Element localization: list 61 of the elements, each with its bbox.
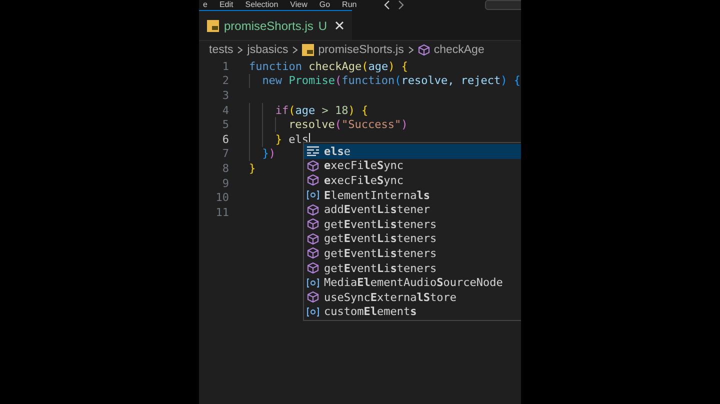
cube-icon (307, 218, 319, 230)
menu-item[interactable]: Edit (219, 0, 234, 10)
cube-icon (307, 232, 319, 245)
variable-icon (307, 190, 319, 200)
code-line: if(age > 18) { (275, 104, 368, 117)
code-line: } (249, 162, 256, 175)
suggestion-item[interactable]: ElementInternals (304, 188, 521, 202)
cube-icon (307, 204, 319, 216)
breadcrumb-item[interactable]: tests (209, 44, 234, 56)
js-file-icon (207, 20, 219, 32)
tab-label: promiseShorts.js (224, 18, 314, 32)
menu-item[interactable]: Run (342, 0, 357, 10)
breadcrumb-item[interactable]: checkAge (418, 44, 484, 56)
line-number: 9 (221, 176, 229, 190)
keyword-icon (307, 146, 319, 156)
code-line: resolve("Success") (288, 118, 408, 132)
code-line: new Promise(function(resolve, reject) { (262, 74, 520, 88)
suggestion-item[interactable]: customElements (304, 304, 521, 320)
cube-icon (307, 291, 319, 304)
line-number: 2 (221, 74, 229, 88)
suggestion-item[interactable]: addEventListener (304, 202, 521, 217)
cube-icon (418, 44, 430, 56)
chevron-icon (408, 46, 414, 54)
cube-icon (307, 247, 319, 260)
suggestion-item[interactable]: else (304, 144, 521, 159)
line-number: 1 (221, 60, 229, 73)
suggestion-item[interactable]: execFileSync (304, 158, 521, 174)
line-number: 10 (214, 191, 229, 204)
suggestion-item[interactable]: execFileSync (304, 173, 521, 188)
variable-icon (307, 278, 319, 288)
breadcrumb-item[interactable]: jsbasics (247, 44, 288, 56)
cube-icon (307, 174, 319, 186)
line-number: 5 (221, 118, 229, 132)
suggestion-item[interactable]: useSyncExternalStore (304, 290, 521, 305)
cube-icon (307, 262, 319, 274)
menu-item[interactable]: View (290, 0, 308, 10)
code-line: }) (262, 147, 276, 160)
menu-item[interactable]: Go (319, 0, 330, 10)
js-file-icon (302, 44, 314, 56)
suggestion-item[interactable]: getEventListeners (304, 232, 521, 246)
editor-tab[interactable]: promiseShorts.js U (199, 10, 352, 40)
breadcrumb-item[interactable]: promiseShorts.js (302, 44, 404, 56)
suggestion-item[interactable]: getEventListeners (304, 260, 521, 276)
suggestion-item[interactable]: MediaElementAudioSourceNode (304, 275, 521, 290)
line-number: 6 (221, 132, 229, 146)
chevron-icon (292, 46, 298, 54)
suggestion-item[interactable]: getEventListeners (304, 246, 521, 261)
chevron-icon (237, 46, 244, 54)
line-number: 11 (214, 206, 229, 219)
line-number: 3 (221, 88, 229, 102)
close-icon (335, 21, 344, 30)
line-number: 7 (221, 147, 229, 160)
line-number: 4 (221, 104, 229, 117)
line-number: 8 (221, 162, 229, 175)
variable-icon (307, 306, 319, 317)
cube-icon (307, 160, 319, 172)
menu-item[interactable]: e (203, 0, 208, 10)
menu-item[interactable]: Selection (245, 0, 278, 10)
git-status: U (318, 18, 328, 32)
code-line: function checkAge(age) { (249, 60, 408, 73)
suggestion-item[interactable]: getEventListeners (304, 216, 521, 232)
